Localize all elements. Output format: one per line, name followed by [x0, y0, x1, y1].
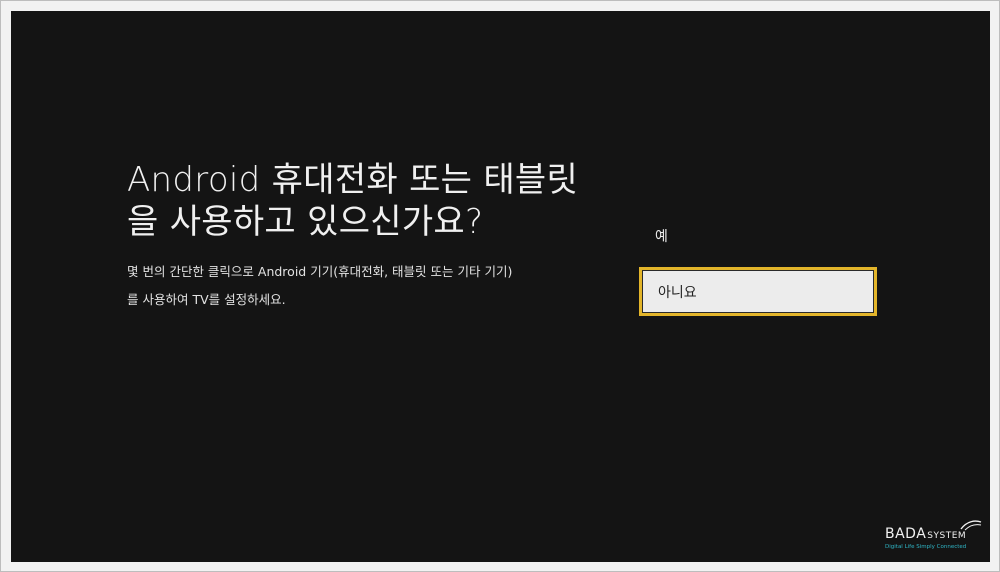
watermark-tagline: Digital Life Simply Connected — [885, 544, 967, 550]
swoosh-logo-icon — [960, 520, 982, 531]
yes-option-label: 예 — [655, 229, 668, 245]
tv-setup-screen: Android 휴대전화 또는 태블릿을 사용하고 있으신가요? 몇 번의 간단… — [11, 11, 990, 562]
watermark-brand-main: BADA — [885, 526, 927, 542]
page-title: Android 휴대전화 또는 태블릿을 사용하고 있으신가요? — [127, 160, 579, 242]
watermark-brand-sub: SYSTEM — [927, 531, 967, 541]
description-line-1: 몇 번의 간단한 클릭으로 Android 기기(휴대전화, 태블릿 또는 기타… — [127, 264, 513, 279]
no-option-label: 아니요 — [658, 284, 697, 301]
description-line-2: 를 사용하여 TV를 설정하세요. — [127, 292, 286, 307]
no-option-button[interactable]: 아니요 — [639, 267, 877, 316]
bada-system-watermark: BADA SYSTEM Digital Life Simply Connecte… — [885, 520, 985, 550]
yes-option-button[interactable]: 예 — [639, 219, 877, 253]
screenshot-frame: Android 휴대전화 또는 태블릿을 사용하고 있으신가요? 몇 번의 간단… — [0, 0, 1000, 572]
